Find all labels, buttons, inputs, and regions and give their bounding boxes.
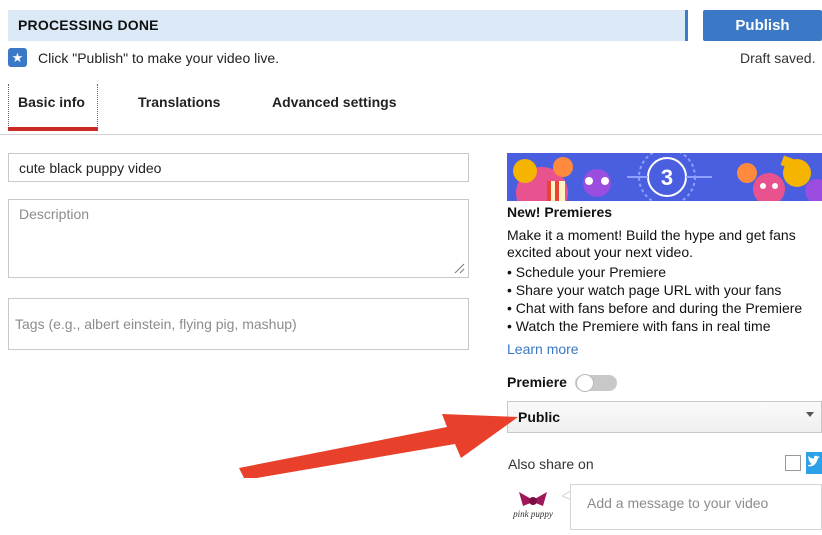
learn-more-link[interactable]: Learn more	[507, 341, 579, 357]
premiere-banner-illustration: 3	[507, 153, 822, 201]
premiere-toggle-knob[interactable]	[576, 374, 594, 392]
channel-avatar: pink puppy	[511, 486, 555, 530]
banner-countdown-number: 3	[661, 165, 673, 190]
star-icon: ★	[8, 48, 27, 67]
list-item: Watch the Premiere with fans in real tim…	[507, 317, 822, 335]
publish-button[interactable]: Publish	[703, 10, 822, 41]
tab-advanced-settings[interactable]: Advanced settings	[272, 94, 396, 110]
resize-grip-icon[interactable]	[453, 262, 465, 274]
tags-input[interactable]	[8, 298, 469, 350]
tab-basic-info[interactable]: Basic info	[18, 94, 85, 110]
draft-status: Draft saved.	[740, 50, 816, 66]
visibility-selected-value: Public	[518, 409, 561, 425]
tab-active-indicator	[8, 127, 98, 131]
title-input[interactable]	[8, 153, 469, 182]
share-checkbox[interactable]	[785, 455, 801, 471]
publish-hint: Click "Publish" to make your video live.	[38, 50, 280, 66]
list-item: Share your watch page URL with your fans	[507, 281, 822, 299]
list-item: Schedule your Premiere	[507, 263, 822, 281]
premiere-description: Make it a moment! Build the hype and get…	[507, 227, 796, 260]
caret-down-icon	[806, 412, 814, 417]
premiere-toggle-label: Premiere	[507, 374, 567, 390]
premiere-feature-list: Schedule your Premiere Share your watch …	[507, 263, 822, 335]
avatar-logo-text: pink puppy	[512, 509, 553, 519]
share-label: Also share on	[508, 456, 594, 472]
annotation-arrow-icon	[239, 414, 518, 478]
share-message-input[interactable]	[570, 484, 822, 530]
premiere-title: New! Premieres	[507, 204, 613, 220]
twitter-icon[interactable]	[806, 452, 822, 474]
premiere-banner: 3	[507, 153, 822, 201]
status-text: PROCESSING DONE	[18, 17, 159, 33]
tabs-divider	[0, 134, 822, 135]
tab-translations[interactable]: Translations	[138, 94, 220, 110]
list-item: Chat with fans before and during the Pre…	[507, 299, 822, 317]
description-textarea[interactable]	[8, 199, 469, 278]
